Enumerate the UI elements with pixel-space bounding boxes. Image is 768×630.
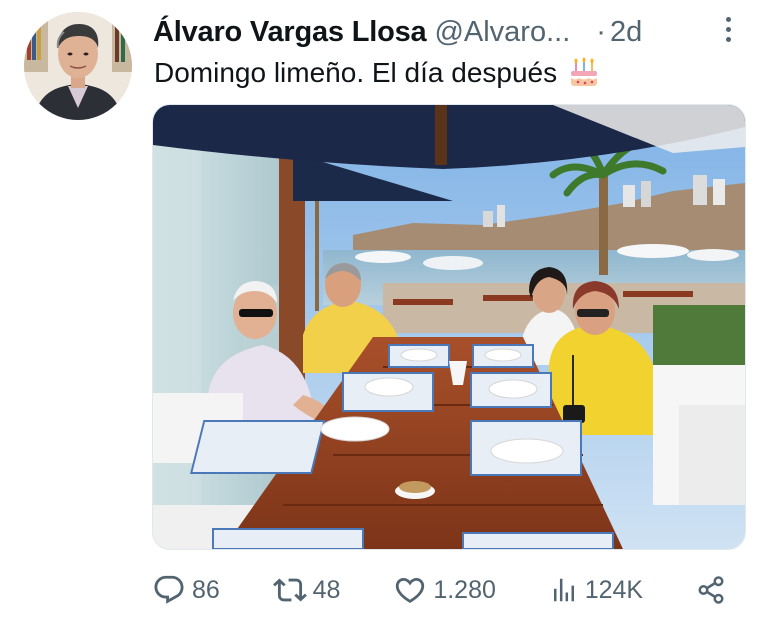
like-button[interactable]: 1.280 xyxy=(393,573,496,607)
author-avatar[interactable] xyxy=(24,12,132,120)
reply-icon xyxy=(152,573,192,607)
heart-icon xyxy=(393,573,433,607)
like-count: 1.280 xyxy=(433,575,496,604)
reply-count: 86 xyxy=(192,575,220,604)
birthday-cake-icon xyxy=(567,56,601,90)
views-button[interactable]: 124K xyxy=(549,575,643,605)
tweet-photo[interactable] xyxy=(152,104,746,550)
share-button[interactable] xyxy=(696,575,732,605)
author-display-name[interactable]: Álvaro Vargas Llosa xyxy=(153,16,427,49)
tweet-text: Domingo limeño. El día después xyxy=(154,57,558,88)
retweet-count: 48 xyxy=(312,575,341,604)
tweet-action-bar: 86 48 1.280 124K xyxy=(152,568,732,612)
separator-dot: · xyxy=(596,15,606,48)
reply-button[interactable]: 86 xyxy=(152,573,220,607)
tweet-header: Álvaro Vargas Llosa @Alvaro... · 2d xyxy=(153,10,753,54)
more-options-icon[interactable] xyxy=(716,12,740,46)
views-count: 124K xyxy=(584,575,644,604)
tweet-text-row: Domingo limeño. El día después xyxy=(154,56,734,90)
views-chart-icon xyxy=(549,575,585,605)
author-handle[interactable]: @Alvaro... xyxy=(434,16,570,49)
share-icon xyxy=(696,575,732,605)
retweet-button[interactable]: 48 xyxy=(272,573,341,607)
retweet-icon xyxy=(272,573,313,607)
tweet-timestamp[interactable]: 2d xyxy=(610,16,642,49)
tweet: Álvaro Vargas Llosa @Alvaro... · 2d Domi… xyxy=(0,0,768,630)
